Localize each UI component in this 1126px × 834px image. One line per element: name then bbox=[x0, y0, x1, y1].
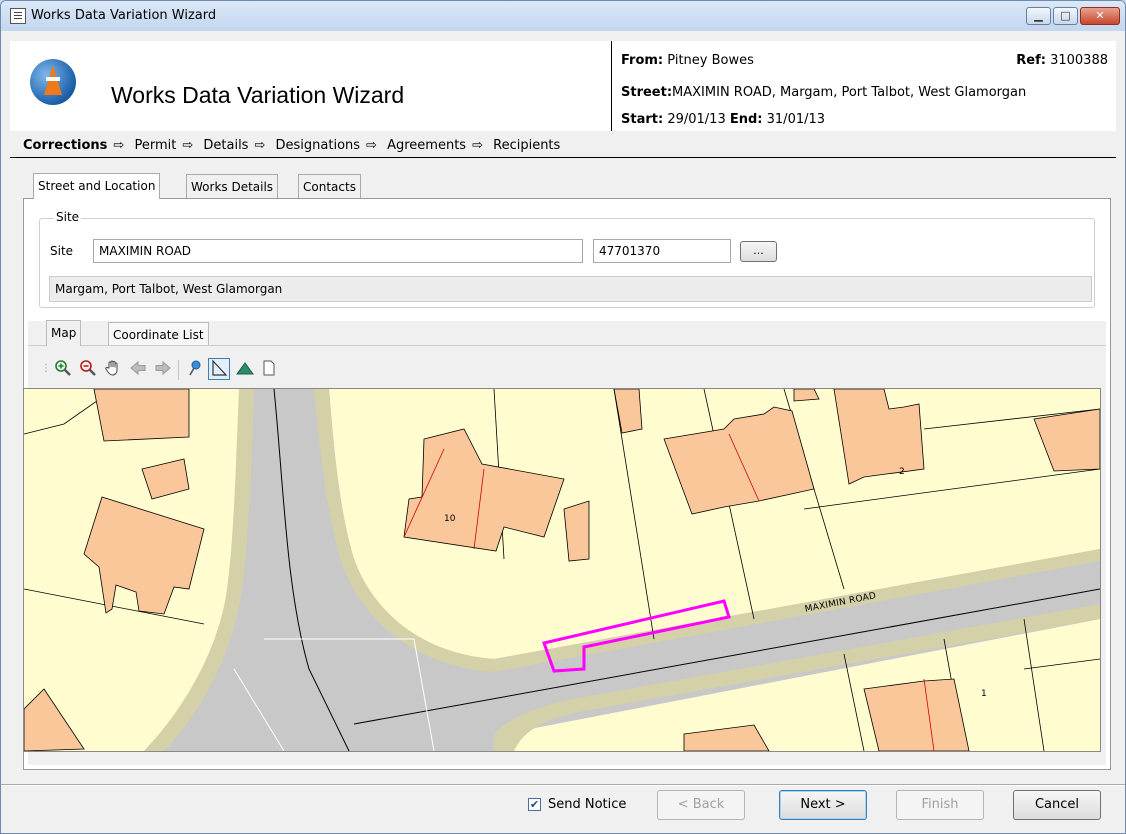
zoom-in-icon[interactable] bbox=[53, 359, 73, 379]
back-arrow-icon[interactable] bbox=[128, 359, 148, 379]
end-value: 31/01/13 bbox=[766, 112, 826, 127]
polyline-icon[interactable] bbox=[208, 358, 230, 380]
end-label: End: bbox=[729, 112, 763, 127]
footer-separator-highlight bbox=[1, 785, 1125, 786]
toolbar-grip-icon: ⋮ bbox=[41, 363, 51, 374]
street-label: Street: bbox=[621, 85, 673, 100]
site-legend: Site bbox=[54, 210, 82, 224]
subtab-coordinate-list[interactable]: Coordinate List bbox=[108, 322, 209, 346]
send-notice-checkbox[interactable]: ✔ bbox=[528, 798, 541, 811]
window-title: Works Data Variation Wizard bbox=[31, 8, 217, 23]
subtab-map[interactable]: Map bbox=[46, 320, 82, 346]
cancel-button[interactable]: Cancel bbox=[1013, 790, 1101, 820]
back-button[interactable]: < Back bbox=[657, 790, 745, 820]
minimize-button[interactable]: ▁ bbox=[1026, 7, 1051, 25]
site-name-field[interactable]: MAXIMIN ROAD bbox=[93, 239, 583, 263]
map-toolbar: ⋮ bbox=[41, 354, 1099, 384]
pan-hand-icon[interactable] bbox=[103, 359, 123, 379]
wizard-title: Works Data Variation Wizard bbox=[111, 82, 405, 108]
usrn-field[interactable]: 47701370 bbox=[593, 239, 731, 263]
blank-page-icon[interactable] bbox=[259, 359, 279, 379]
street-value: MAXIMIN ROAD, Margam, Port Talbot, West … bbox=[672, 85, 1027, 100]
tab-street-and-location[interactable]: Street and Location bbox=[33, 173, 161, 199]
start-value: 29/01/13 bbox=[667, 112, 726, 127]
zoom-out-icon[interactable] bbox=[78, 359, 98, 379]
tab-contacts[interactable]: Contacts bbox=[298, 174, 361, 198]
from-value: Pitney Bowes bbox=[667, 53, 754, 68]
send-notice-label: Send Notice bbox=[548, 797, 627, 812]
subtab-divider bbox=[28, 345, 1106, 346]
map-house-number: 10 bbox=[444, 514, 456, 524]
polygon-icon[interactable] bbox=[235, 359, 255, 379]
step-arrow-icon: ⇨ bbox=[254, 138, 266, 153]
minimize-icon: ▁ bbox=[1034, 9, 1043, 22]
tab-works-details[interactable]: Works Details bbox=[186, 174, 279, 198]
step-details: Details bbox=[203, 138, 249, 153]
maximize-icon: □ bbox=[1060, 9, 1071, 22]
ref-value: 3100388 bbox=[1050, 53, 1108, 68]
map-canvas[interactable]: MAXIMIN ROAD 10 2 1 bbox=[23, 388, 1101, 752]
step-arrow-icon: ⇨ bbox=[182, 138, 194, 153]
forward-arrow-icon[interactable] bbox=[153, 359, 173, 379]
ref-info: Ref: 3100388 bbox=[1016, 53, 1108, 68]
toolbar-separator bbox=[178, 360, 179, 380]
street-info: Street:MAXIMIN ROAD, Margam, Port Talbot… bbox=[621, 85, 1026, 100]
finish-button[interactable]: Finish bbox=[896, 790, 984, 820]
map-house-number: 2 bbox=[899, 467, 905, 477]
maximize-button[interactable]: □ bbox=[1053, 7, 1078, 25]
start-label: Start: bbox=[621, 112, 664, 127]
step-permit: Permit bbox=[134, 138, 177, 153]
dates-info: Start: 29/01/13 End: 31/01/13 bbox=[621, 112, 825, 127]
map-house-number: 1 bbox=[981, 689, 987, 699]
title-bar: Works Data Variation Wizard ▁ □ ✕ bbox=[1, 1, 1125, 31]
step-arrow-icon: ⇨ bbox=[366, 138, 377, 153]
step-agreements: Agreements bbox=[387, 138, 467, 153]
step-arrow-icon: ⇨ bbox=[113, 138, 125, 153]
browse-site-button[interactable]: ... bbox=[740, 241, 777, 262]
from-info: From: Pitney Bowes bbox=[621, 53, 754, 68]
step-designations: Designations bbox=[275, 138, 361, 153]
step-arrow-icon: ⇨ bbox=[472, 138, 483, 153]
pushpin-icon[interactable] bbox=[185, 359, 205, 379]
step-corrections: Corrections bbox=[23, 138, 108, 153]
from-label: From: bbox=[621, 53, 664, 68]
header-separator bbox=[10, 157, 1116, 158]
next-button[interactable]: Next > bbox=[779, 790, 867, 820]
site-label: Site bbox=[50, 244, 74, 258]
wizard-header: Works Data Variation Wizard From: Pitney… bbox=[10, 41, 1116, 131]
header-divider bbox=[611, 41, 612, 131]
close-button[interactable]: ✕ bbox=[1080, 7, 1120, 25]
wizard-steps-breadcrumb: Corrections ⇨ Permit ⇨ Details ⇨ Designatio… bbox=[23, 138, 566, 153]
checkmark-icon: ✔ bbox=[529, 798, 540, 811]
close-icon: ✕ bbox=[1095, 9, 1105, 22]
site-groupbox: Site Site MAXIMIN ROAD 47701370 ... Marg… bbox=[39, 210, 1095, 308]
step-recipients: Recipients bbox=[493, 138, 561, 153]
wizard-window: Works Data Variation Wizard ▁ □ ✕ Works … bbox=[0, 0, 1126, 834]
wizard-logo-icon bbox=[30, 59, 76, 105]
ref-label: Ref: bbox=[1016, 53, 1046, 68]
traffic-cone-icon bbox=[44, 65, 62, 95]
locality-field: Margam, Port Talbot, West Glamorgan bbox=[49, 276, 1092, 302]
window-menu-icon[interactable] bbox=[10, 8, 26, 24]
